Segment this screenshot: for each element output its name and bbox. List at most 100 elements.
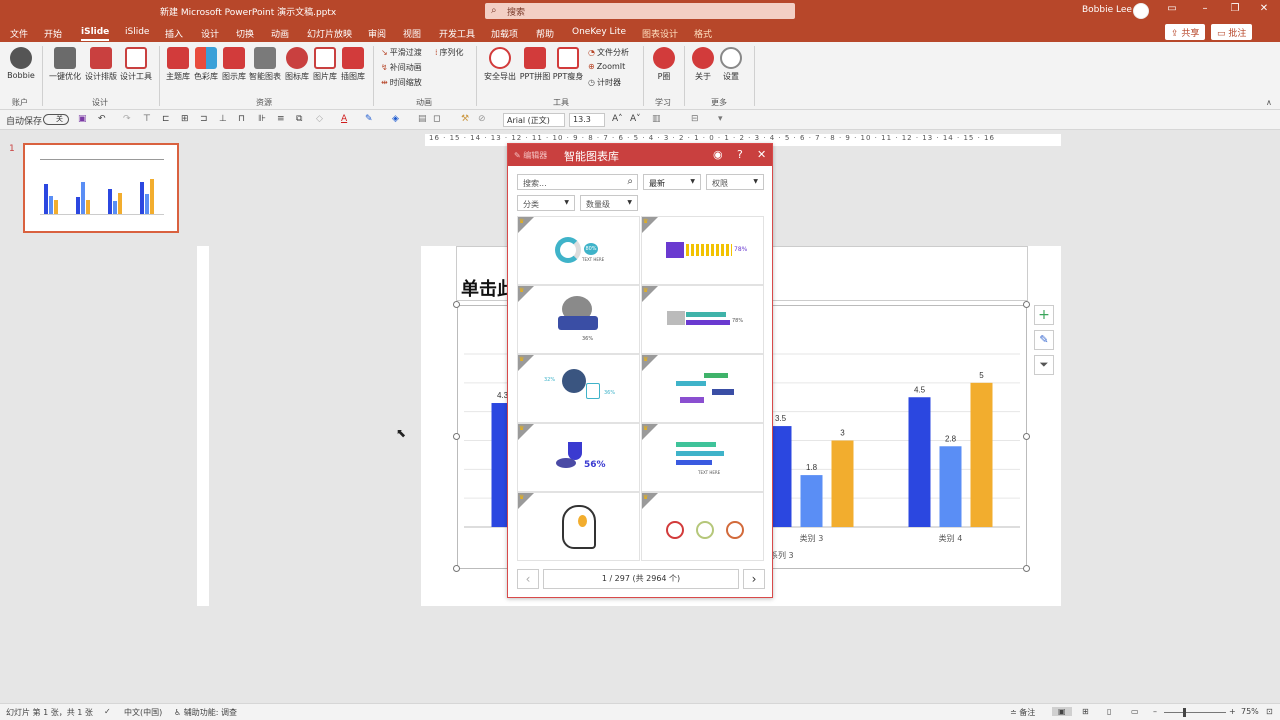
chart-filters-button[interactable]: ⏷ — [1034, 355, 1054, 375]
text-box-icon[interactable]: ▥ — [652, 114, 661, 124]
resize-handle[interactable] — [1023, 301, 1030, 308]
timer-button[interactable]: ◷ 计时器 — [588, 77, 621, 88]
language-status[interactable]: 中文(中国) — [124, 707, 162, 718]
chart-elements-button[interactable]: + — [1034, 305, 1054, 325]
format-painter-icon[interactable]: ⚒ — [461, 114, 469, 124]
customize-qat-icon[interactable]: ▾ — [718, 114, 723, 124]
about-button[interactable]: 关于 — [690, 47, 716, 82]
zoom-in-icon[interactable]: + — [1229, 707, 1236, 716]
tab-view[interactable]: 视图 — [403, 27, 421, 40]
ppt-slim-button[interactable]: PPT瘦身 — [552, 47, 584, 82]
next-page-button[interactable]: › — [743, 569, 765, 589]
autosave-toggle[interactable]: 关 — [43, 114, 69, 125]
resize-handle[interactable] — [1023, 565, 1030, 572]
group-icon[interactable]: ⧉ — [296, 114, 302, 124]
picture-icon[interactable]: ▤ — [418, 114, 427, 124]
tab-home[interactable]: 开始 — [44, 27, 62, 40]
distribute-v-icon[interactable]: ≡ — [277, 114, 285, 124]
font-color-icon[interactable]: A — [341, 114, 347, 124]
tab-islide-active[interactable]: iSlide — [81, 27, 110, 41]
chart-template-item[interactable]: ♛ — [641, 354, 764, 423]
hide-eye-icon[interactable]: ◉ — [713, 148, 723, 161]
close-icon[interactable]: ✕ — [1255, 3, 1273, 19]
safe-export-button[interactable]: 安全导出 — [482, 47, 518, 82]
grow-font-icon[interactable]: A˄ — [612, 114, 623, 124]
tab-transitions[interactable]: 切换 — [236, 27, 254, 40]
accessibility-status[interactable]: ♿ 辅助功能: 调查 — [174, 707, 237, 718]
fill-color-icon[interactable]: ◈ — [392, 114, 399, 124]
align-left-icon[interactable]: ⊏ — [162, 114, 170, 124]
tab-insert[interactable]: 插入 — [165, 27, 183, 40]
chart-bar[interactable] — [970, 382, 993, 527]
smooth-transition-button[interactable]: ↘ 平滑过渡 — [381, 47, 422, 58]
resize-handle[interactable] — [453, 301, 460, 308]
tab-chart-design[interactable]: 图表设计 — [642, 27, 678, 40]
panel-close-icon[interactable]: ✕ — [757, 148, 766, 161]
tab-help[interactable]: 帮助 — [536, 27, 554, 40]
align-center-icon[interactable]: ⊞ — [181, 114, 189, 124]
align-middle-icon[interactable]: ⊥ — [219, 114, 227, 124]
chart-template-item[interactable]: ♛ 36% — [517, 285, 640, 354]
slide-thumbnail[interactable] — [23, 143, 179, 233]
collapse-ribbon-icon[interactable]: ∧ — [1266, 98, 1272, 107]
design-tools-button[interactable]: 设计工具 — [119, 47, 153, 82]
shrink-font-icon[interactable]: A˅ — [630, 114, 641, 124]
zoom-slider[interactable] — [1164, 712, 1226, 713]
prev-page-button[interactable]: ‹ — [517, 569, 539, 589]
chart-template-item[interactable]: ♛ 80% TEXT HERE — [517, 216, 640, 285]
tab-review[interactable]: 审阅 — [368, 27, 386, 40]
align-top-icon[interactable]: ⊤ — [143, 114, 151, 124]
zoom-slider-handle[interactable] — [1183, 708, 1186, 717]
icon-library-button[interactable]: 图标库 — [283, 47, 311, 82]
chart-template-item[interactable]: ♛ 78% — [641, 285, 764, 354]
shape-icon[interactable]: ◻ — [433, 114, 440, 124]
tab-design[interactable]: 设计 — [201, 27, 219, 40]
chart-template-item[interactable]: ♛ 32% 36% — [517, 354, 640, 423]
spellcheck-icon[interactable]: ✓ — [104, 707, 111, 716]
reading-view-icon[interactable]: ▯ — [1107, 707, 1111, 716]
slideshow-icon[interactable]: ▭ — [1131, 707, 1139, 716]
chart-template-item[interactable]: ♛ 56% — [517, 423, 640, 492]
design-layout-button[interactable]: 设计排版 — [84, 47, 118, 82]
file-analysis-button[interactable]: ◔ 文件分析 — [588, 47, 629, 58]
chart-bar[interactable] — [908, 397, 931, 527]
chart-bar[interactable] — [939, 446, 962, 527]
align-right-icon[interactable]: ⊐ — [200, 114, 208, 124]
user-name[interactable]: Bobbie Lee — [1082, 5, 1132, 15]
tab-slideshow[interactable]: 幻灯片放映 — [307, 27, 352, 40]
chart-template-item[interactable]: ♛ — [641, 492, 764, 561]
color-library-button[interactable]: 色彩库 — [192, 47, 220, 82]
chart-template-item[interactable]: ♛ — [517, 492, 640, 561]
highlight-icon[interactable]: ✎ — [365, 114, 373, 124]
tab-animations[interactable]: 动画 — [271, 27, 289, 40]
tab-onekey[interactable]: OneKey Lite — [572, 27, 626, 37]
time-scale-button[interactable]: ⇹ 时间缩放 — [381, 77, 422, 88]
distribute-icon[interactable]: ⊪ — [258, 114, 266, 124]
diagram-library-button[interactable]: 图示库 — [220, 47, 248, 82]
font-size-select[interactable]: 13.3 — [569, 113, 605, 127]
tab-format[interactable]: 格式 — [694, 27, 712, 40]
image-library-button[interactable]: 图片库 — [311, 47, 339, 82]
font-name-select[interactable]: Arial (正文) — [503, 113, 565, 127]
tab-file[interactable]: 文件 — [10, 27, 28, 40]
chart-styles-button[interactable]: ✎ — [1034, 330, 1054, 350]
shape-effect-icon[interactable]: ◇ — [316, 114, 323, 124]
tween-animation-button[interactable]: ↯ 补间动画 — [381, 62, 422, 73]
notes-button[interactable]: ≐ 备注 — [1010, 707, 1035, 718]
theme-library-button[interactable]: 主题库 — [164, 47, 192, 82]
comments-button[interactable]: ▭ 批注 — [1211, 24, 1253, 40]
illustration-library-button[interactable]: 插图库 — [339, 47, 367, 82]
normal-view-icon[interactable]: ▣ — [1052, 707, 1072, 716]
chart-bar[interactable] — [831, 440, 854, 528]
restore-icon[interactable]: ❐ — [1226, 3, 1244, 19]
search-box[interactable]: ⌕ 搜索 — [485, 3, 795, 19]
eraser-icon[interactable]: ⊘ — [478, 114, 486, 124]
zoom-out-icon[interactable]: – — [1153, 707, 1157, 716]
fit-slide-icon[interactable]: ⊡ — [1266, 707, 1273, 716]
avatar[interactable] — [1133, 3, 1149, 19]
ppt-collage-button[interactable]: PPT拼图 — [519, 47, 551, 82]
tab-addins[interactable]: 加载项 — [491, 27, 518, 40]
settings-button[interactable]: 设置 — [718, 47, 744, 82]
save-icon[interactable]: ▣ — [78, 114, 87, 124]
p-circle-button[interactable]: P圈 — [650, 47, 678, 82]
